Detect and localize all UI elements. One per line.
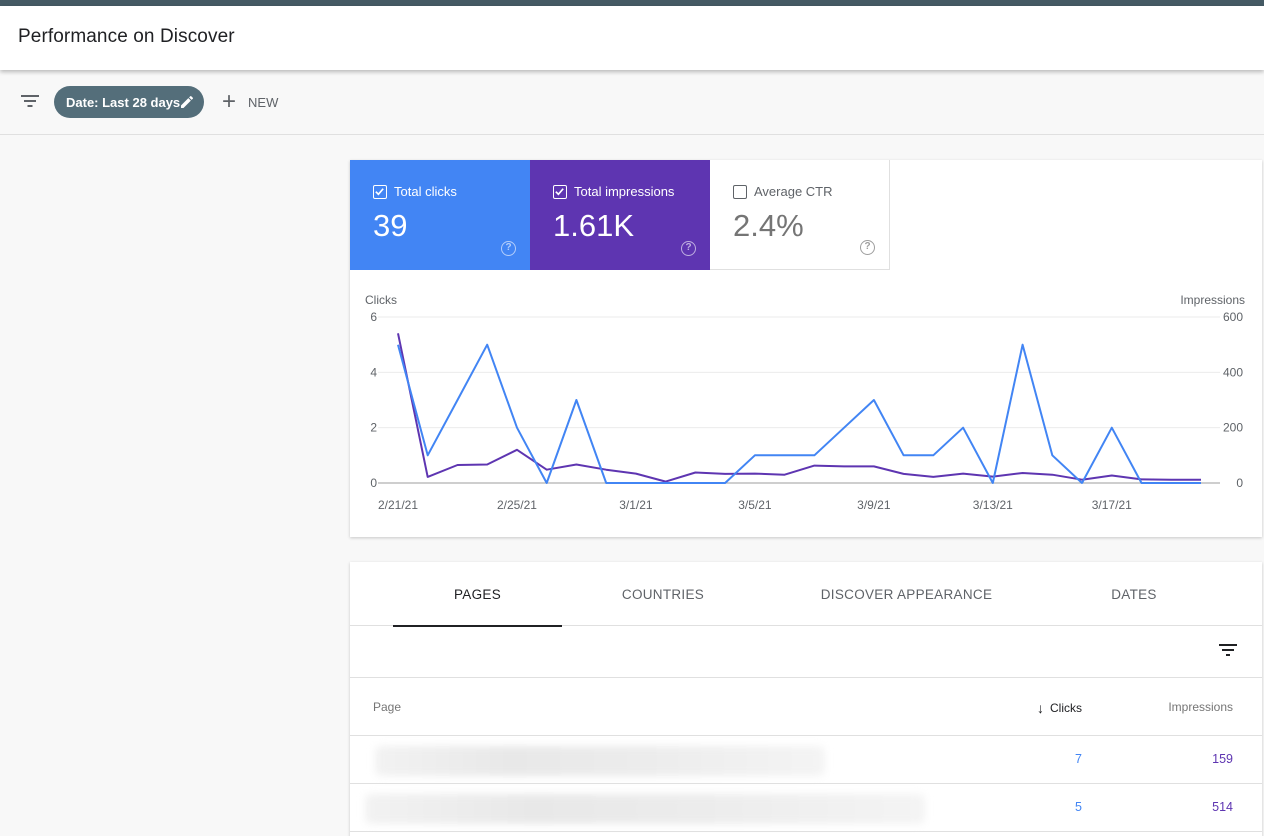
x-tick-label: 3/17/21 bbox=[1092, 498, 1132, 512]
column-header-clicks[interactable]: ↓ Clicks bbox=[1037, 700, 1082, 716]
plus-icon: + bbox=[222, 88, 237, 115]
date-filter-label: Date: Last 28 days bbox=[66, 94, 181, 110]
row-clicks: 5 bbox=[1075, 800, 1082, 814]
metric-average-ctr[interactable]: Average CTR 2.4% ? bbox=[710, 160, 890, 270]
metric-value: 39 bbox=[373, 208, 408, 243]
table-filter-icon[interactable] bbox=[1218, 642, 1238, 658]
page-header: Performance on Discover bbox=[0, 6, 1264, 70]
y-axis-label-right: Impressions bbox=[1180, 293, 1245, 307]
series-line-impressions bbox=[397, 333, 1201, 483]
performance-chart[interactable]: Clicks Impressions 0 2 4 6 0 200 400 600 2/21/2… bbox=[350, 280, 1262, 530]
y-tick-label-right: 600 bbox=[1223, 310, 1243, 324]
x-tick-label: 2/21/21 bbox=[378, 498, 418, 512]
metric-value: 1.61K bbox=[553, 208, 635, 243]
y-tick-label-left: 2 bbox=[370, 421, 377, 435]
date-filter-chip[interactable]: Date: Last 28 days bbox=[54, 86, 204, 118]
ctr-checkbox[interactable] bbox=[733, 184, 747, 199]
x-tick-label: 3/9/21 bbox=[857, 498, 891, 512]
y-tick-label-left: 0 bbox=[370, 476, 377, 490]
performance-card: Total clicks 39 ? Total impressions 1.61… bbox=[350, 160, 1262, 537]
table-toolbar bbox=[350, 626, 1262, 678]
page-title: Performance on Discover bbox=[18, 26, 235, 47]
help-icon[interactable]: ? bbox=[860, 240, 875, 255]
y-axis-label-left: Clicks bbox=[365, 293, 397, 307]
metric-value: 2.4% bbox=[733, 208, 804, 243]
checkmark-icon bbox=[555, 187, 564, 195]
column-header-clicks-label: Clicks bbox=[1050, 701, 1082, 715]
x-tick-label: 2/25/21 bbox=[497, 498, 537, 512]
help-icon[interactable]: ? bbox=[681, 241, 696, 256]
metric-label: Average CTR bbox=[754, 184, 833, 199]
x-tick-label: 3/13/21 bbox=[973, 498, 1013, 512]
tab-pages[interactable]: PAGES bbox=[393, 562, 562, 627]
new-filter-button[interactable]: + NEW bbox=[222, 90, 278, 114]
new-filter-label: NEW bbox=[248, 94, 279, 110]
row-impressions: 514 bbox=[1212, 800, 1233, 814]
metric-label: Total impressions bbox=[574, 184, 675, 199]
x-tick-label: 3/1/21 bbox=[619, 498, 653, 512]
row-impressions: 159 bbox=[1212, 752, 1233, 766]
column-header-impressions[interactable]: Impressions bbox=[1168, 700, 1233, 714]
table-header: Page ↓ Clicks Impressions bbox=[350, 678, 1262, 736]
filter-bar: Date: Last 28 days + NEW bbox=[0, 70, 1264, 135]
dimensions-table-card: PAGES COUNTRIES DISCOVER APPEARANCE DATE… bbox=[350, 562, 1262, 836]
metric-total-clicks[interactable]: Total clicks 39 ? bbox=[350, 160, 530, 270]
metric-total-impressions[interactable]: Total impressions 1.61K ? bbox=[530, 160, 710, 270]
row-clicks: 7 bbox=[1075, 752, 1082, 766]
redacted-page-url bbox=[375, 746, 825, 776]
table-row[interactable]: 7 159 bbox=[350, 736, 1262, 784]
impressions-checkbox[interactable] bbox=[553, 184, 567, 199]
y-tick-label-right: 200 bbox=[1223, 421, 1243, 435]
checkmark-icon bbox=[375, 187, 384, 195]
metric-label: Total clicks bbox=[394, 184, 457, 199]
tab-countries[interactable]: COUNTRIES bbox=[590, 562, 736, 626]
tab-discover-appearance[interactable]: DISCOVER APPEARANCE bbox=[790, 562, 1023, 626]
series-line-clicks bbox=[397, 343, 1201, 484]
tab-dates[interactable]: DATES bbox=[1080, 562, 1188, 626]
tab-bar: PAGES COUNTRIES DISCOVER APPEARANCE DATE… bbox=[350, 562, 1262, 627]
clicks-checkbox[interactable] bbox=[373, 184, 387, 199]
x-tick-label: 3/5/21 bbox=[738, 498, 772, 512]
table-row[interactable]: 5 514 bbox=[350, 784, 1262, 832]
y-tick-label-left: 6 bbox=[370, 310, 377, 324]
pencil-icon[interactable] bbox=[179, 94, 195, 110]
y-tick-label-right: 0 bbox=[1236, 476, 1243, 490]
help-icon[interactable]: ? bbox=[501, 241, 516, 256]
y-tick-label-right: 400 bbox=[1223, 365, 1243, 379]
filter-icon[interactable] bbox=[20, 93, 40, 109]
y-tick-label-left: 4 bbox=[370, 365, 377, 379]
column-header-page[interactable]: Page bbox=[373, 700, 401, 714]
sort-descending-icon: ↓ bbox=[1037, 700, 1044, 716]
redacted-page-url bbox=[365, 794, 925, 824]
